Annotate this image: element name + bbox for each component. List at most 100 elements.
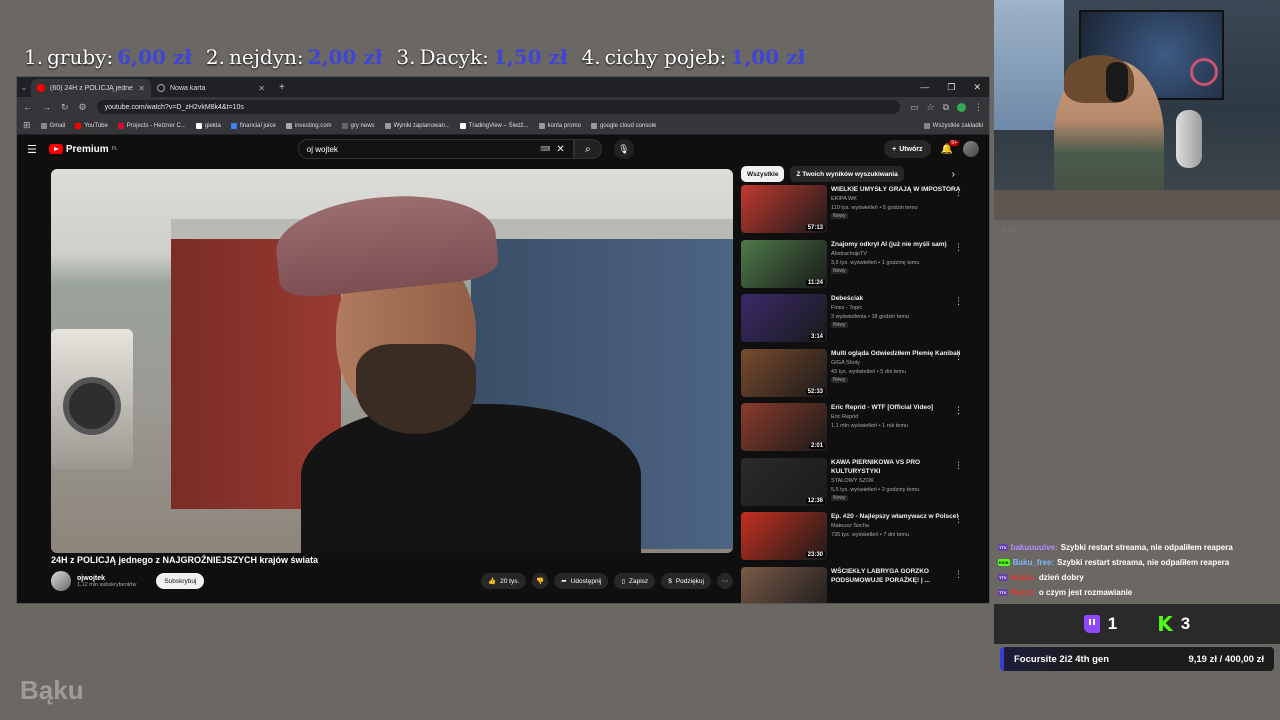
recommendation-title[interactable]: Multi ogląda Odwiedziłem Plemię Kanibali xyxy=(831,349,967,358)
kick-viewers: K 3 xyxy=(1157,612,1190,636)
tab-new[interactable]: Nowa karta ✕ xyxy=(151,79,271,97)
close-window-icon[interactable]: ✕ xyxy=(973,82,981,93)
chip-from-search[interactable]: Z Twoich wyników wyszukiwania xyxy=(790,166,904,182)
forward-icon[interactable]: → xyxy=(42,102,51,112)
more-vertical-icon[interactable]: ⋮ xyxy=(954,460,963,471)
video-thumbnail[interactable]: 2:01 xyxy=(741,403,827,451)
bookmark-item[interactable]: Projects - Hetzner C... xyxy=(117,122,186,129)
address-bar[interactable]: youtube.com/watch?v=D_zH2vkM8k4&t=10s xyxy=(96,100,900,114)
back-icon[interactable]: ← xyxy=(23,102,32,112)
star-icon[interactable]: ☆ xyxy=(926,102,934,113)
more-vertical-icon[interactable]: ⋮ xyxy=(954,351,963,362)
more-vertical-icon[interactable]: ⋮ xyxy=(954,405,963,416)
recommendation-item[interactable]: 11:24 Znajomy odkrył AI (już nie myśli s… xyxy=(741,239,981,295)
video-player[interactable] xyxy=(51,169,733,553)
recommendation-item[interactable]: 52:33 Multi ogląda Odwiedziłem Plemię Ka… xyxy=(741,348,981,404)
site-info-icon[interactable]: ⚙ xyxy=(79,102,87,113)
chat-text: dzień dobry xyxy=(1038,572,1084,582)
recommendation-meta: 110 tys. wyświetleń • 5 godzin temu xyxy=(831,205,918,211)
recommendation-title[interactable]: WIELKIE UMYSŁY GRAJĄ W IMPOSTORA xyxy=(831,185,967,194)
video-thumbnail[interactable]: 12:36 xyxy=(741,457,827,506)
recommendation-title[interactable]: Znajomy odkrył AI (już nie myśli sam) xyxy=(831,240,967,249)
bookmark-item[interactable]: YouTube xyxy=(75,122,108,129)
recommendation-channel[interactable]: Finez - Topic xyxy=(831,304,967,312)
dislike-button[interactable]: 👎 xyxy=(532,573,549,589)
like-button[interactable]: 👍 20 tys. xyxy=(481,573,527,589)
create-button[interactable]: + Utwórz xyxy=(884,140,931,158)
menu-dots-icon[interactable]: ⋮ xyxy=(974,102,983,113)
reload-icon[interactable]: ↻ xyxy=(61,102,69,113)
recommendation-title[interactable]: KAWA PIERNIKOWA VS PRO KULTURYSTYKI xyxy=(831,458,967,476)
recommendation-item[interactable]: 57:13 WIELKIE UMYSŁY GRAJĄ W IMPOSTORA E… xyxy=(741,185,981,240)
notifications-button[interactable]: 🔔 9+ xyxy=(941,139,959,155)
account-avatar[interactable] xyxy=(963,141,979,157)
recommendation-item[interactable]: 23:30 Ep. #20 - Najlepszy włamywacz w Po… xyxy=(741,512,981,567)
more-actions-button[interactable]: ⋯ xyxy=(717,573,733,589)
recommendation-title[interactable]: Debeściak xyxy=(831,294,967,303)
new-tab-button[interactable]: + xyxy=(271,82,293,93)
video-thumbnail[interactable]: 3:14 xyxy=(741,294,827,342)
more-vertical-icon[interactable]: ⋮ xyxy=(954,296,963,307)
bookmark-item[interactable]: google cloud console xyxy=(590,122,656,129)
clear-search-icon[interactable]: ✕ xyxy=(556,144,564,155)
video-thumbnail[interactable]: 23:30 xyxy=(741,512,827,560)
youtube-logo[interactable]: Premium PL xyxy=(48,144,118,155)
recommendation-channel[interactable]: STALOWY SZOK xyxy=(831,477,967,485)
apps-icon[interactable]: ⊞ xyxy=(23,120,31,131)
voice-search-button[interactable]: 🎙 xyxy=(613,139,634,159)
leaderboard-entry: 1. gruby: 6,00 zł xyxy=(24,45,192,69)
video-thumbnail[interactable]: 57:13 xyxy=(741,185,827,233)
subscribe-button[interactable]: Subskrybuj xyxy=(156,573,205,589)
video-thumbnail[interactable]: 11:24 xyxy=(741,239,827,288)
bookmark-item[interactable]: financial juice xyxy=(230,122,276,129)
video-thumbnail[interactable] xyxy=(741,566,827,603)
cast-icon[interactable]: ▭ xyxy=(910,102,919,113)
recommendation-channel[interactable]: EKIPA WK xyxy=(831,195,967,203)
more-vertical-icon[interactable]: ⋮ xyxy=(954,187,963,198)
recommendation-title[interactable]: Ep. #20 - Najlepszy włamywacz w Polsce! xyxy=(831,512,967,521)
chevron-right-icon[interactable]: › xyxy=(952,169,955,180)
duration-badge: 12:36 xyxy=(805,497,825,504)
bookmark-item[interactable]: konta promo xyxy=(538,122,581,129)
bookmark-item[interactable]: TradingView – Śledź... xyxy=(459,122,529,129)
minimize-icon[interactable]: — xyxy=(920,82,929,93)
profile-icon[interactable] xyxy=(957,102,966,112)
video-thumbnail[interactable]: 52:33 xyxy=(741,348,827,397)
recommendation-item[interactable]: 3:14 Debeściak Finez - Topic 3 wyświetle… xyxy=(741,294,981,349)
search-button[interactable]: ⌕ xyxy=(573,139,602,159)
bookmark-item[interactable]: gry news xyxy=(341,122,375,129)
recommendation-item[interactable]: 12:36 KAWA PIERNIKOWA VS PRO KULTURYSTYK… xyxy=(741,457,981,513)
tab-search-icon[interactable]: ⌄ xyxy=(17,83,31,92)
bookmark-item[interactable]: investing.com xyxy=(285,122,332,129)
thanks-button[interactable]: $ Podziękuj xyxy=(661,573,711,589)
bookmark-item[interactable]: giełda xyxy=(195,122,221,129)
save-button[interactable]: ▯ Zapisz xyxy=(614,573,656,589)
more-vertical-icon[interactable]: ⋮ xyxy=(954,514,963,525)
recommendation-item[interactable]: 2:01 Eric Reprid - WTF [Official Video] … xyxy=(741,403,981,458)
more-vertical-icon[interactable]: ⋮ xyxy=(954,242,963,253)
hamburger-menu-icon[interactable]: ☰ xyxy=(27,143,37,156)
close-tab-icon[interactable]: ✕ xyxy=(258,84,265,93)
bookmark-item[interactable]: Gmail xyxy=(40,122,65,129)
all-bookmarks-folder[interactable]: Wszystkie zakładki xyxy=(923,122,983,129)
recommendation-title[interactable]: Eric Reprid - WTF [Official Video] xyxy=(831,403,967,412)
channel-avatar[interactable] xyxy=(51,571,71,591)
recommendation-channel[interactable]: Eric Reprid xyxy=(831,413,967,421)
bookmark-label: giełda xyxy=(204,122,221,129)
recommendation-channel[interactable]: AbstrachujeTV xyxy=(831,250,967,258)
share-button[interactable]: ➦ Udostępnij xyxy=(554,573,609,589)
tab-youtube[interactable]: (60) 24H z POLICJĄ jednego z N ✕ xyxy=(31,79,151,97)
chip-all[interactable]: Wszystkie xyxy=(741,166,785,182)
search-input[interactable]: oj wojtek ⌨ ✕ xyxy=(297,139,574,159)
recommendation-channel[interactable]: GIGA Shoty xyxy=(831,359,967,367)
recommendation-title[interactable]: WŚCIEKŁY LABRYGA GORZKO PODSUMOWUJE PORA… xyxy=(831,567,967,585)
more-vertical-icon[interactable]: ⋮ xyxy=(954,569,963,580)
bookmark-item[interactable]: Wyniki zaplanowan... xyxy=(384,122,450,129)
extensions-icon[interactable]: ⧉ xyxy=(943,102,949,113)
channel-name[interactable]: ojwojtek xyxy=(77,575,136,582)
keyboard-icon[interactable]: ⌨ xyxy=(540,145,550,153)
close-tab-icon[interactable]: ✕ xyxy=(138,84,145,93)
recommendation-item[interactable]: WŚCIEKŁY LABRYGA GORZKO PODSUMOWUJE PORA… xyxy=(741,566,981,603)
restore-icon[interactable]: ❐ xyxy=(947,82,955,93)
recommendation-channel[interactable]: Mateusz Socha xyxy=(831,522,967,530)
